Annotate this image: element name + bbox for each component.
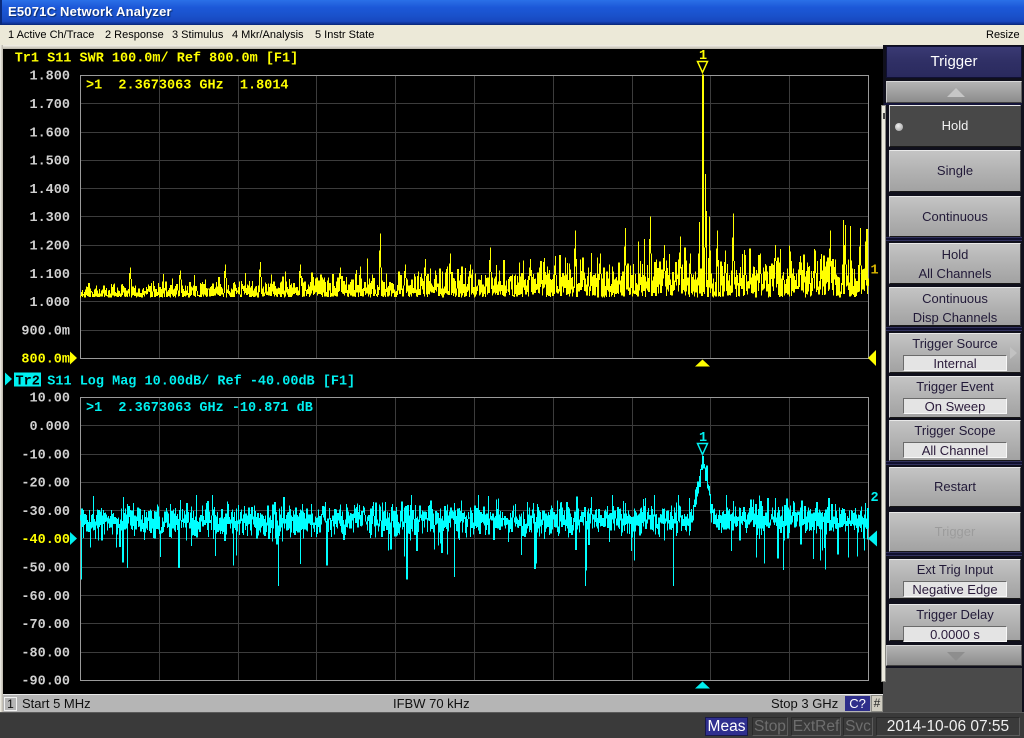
svg-text:-60.00: -60.00	[21, 590, 70, 605]
svg-text:1.000: 1.000	[29, 296, 70, 311]
svg-text:-10.00: -10.00	[21, 448, 70, 463]
svg-text:-30.00: -30.00	[21, 505, 70, 520]
svg-text:-80.00: -80.00	[21, 646, 70, 661]
svg-text:>1 2.3673063 GHz 1.8014: >1 2.3673063 GHz 1.8014	[86, 79, 289, 94]
svg-text:>1 2.3673063 GHz -10.871 dB: >1 2.3673063 GHz -10.871 dB	[86, 401, 313, 416]
svg-text:1.800: 1.800	[29, 70, 70, 85]
svg-text:Tr1 S11 SWR 100.0m/ Ref 800.0m: Tr1 S11 SWR 100.0m/ Ref 800.0m [F1]	[15, 52, 299, 67]
svg-text:1.300: 1.300	[29, 211, 70, 226]
svg-text:1.100: 1.100	[29, 268, 70, 283]
svg-text:1: 1	[871, 264, 879, 279]
svg-text:800.0m: 800.0m	[21, 353, 70, 368]
svg-text:-50.00: -50.00	[21, 562, 70, 577]
svg-text:10.00: 10.00	[29, 392, 70, 407]
svg-text:1.200: 1.200	[29, 240, 70, 255]
svg-text:-90.00: -90.00	[21, 675, 70, 690]
svg-text:1.600: 1.600	[29, 126, 70, 141]
svg-text:S11 Log Mag 10.00dB/ Ref -40.0: S11 Log Mag 10.00dB/ Ref -40.00dB [F1]	[47, 374, 355, 389]
svg-text:-20.00: -20.00	[21, 477, 70, 492]
svg-text:900.0m: 900.0m	[21, 324, 70, 339]
svg-text:1.700: 1.700	[29, 98, 70, 113]
svg-text:1.500: 1.500	[29, 155, 70, 170]
svg-text:-40.00: -40.00	[21, 533, 70, 548]
svg-text:0.000: 0.000	[29, 420, 70, 435]
svg-text:2: 2	[871, 491, 879, 506]
svg-text:-70.00: -70.00	[21, 618, 70, 633]
svg-text:Tr2: Tr2	[16, 374, 40, 389]
svg-text:1.400: 1.400	[29, 183, 70, 198]
